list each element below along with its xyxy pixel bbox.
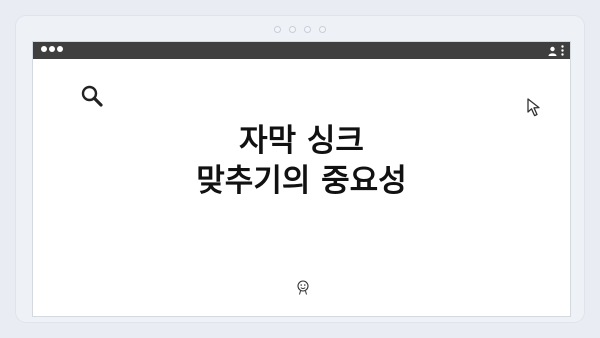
- frame-dot: [274, 26, 281, 33]
- minimize-window-button[interactable]: [49, 46, 55, 52]
- close-window-button[interactable]: [41, 46, 47, 52]
- browser-content: 자막 싱크 맞추기의 중요성: [33, 59, 570, 316]
- kebab-menu-icon[interactable]: [561, 45, 564, 56]
- page-headline: 자막 싱크 맞추기의 중요성: [33, 121, 570, 201]
- frame-dot: [319, 26, 326, 33]
- frame-indicator-dots: [16, 26, 584, 33]
- user-icon[interactable]: [548, 46, 557, 56]
- titlebar-actions: [548, 44, 564, 57]
- browser-window: 자막 싱크 맞추기의 중요성: [32, 41, 571, 317]
- maximize-window-button[interactable]: [57, 46, 63, 52]
- window-controls: [41, 46, 65, 52]
- browser-titlebar: [33, 42, 570, 59]
- search-icon[interactable]: [80, 84, 104, 108]
- frame-dot: [289, 26, 296, 33]
- headline-line-1: 자막 싱크: [239, 123, 364, 159]
- smiley-face-icon: [296, 279, 310, 296]
- frame-dot: [304, 26, 311, 33]
- cursor-arrow-icon: [526, 97, 546, 119]
- headline-line-2: 맞추기의 중요성: [196, 163, 407, 199]
